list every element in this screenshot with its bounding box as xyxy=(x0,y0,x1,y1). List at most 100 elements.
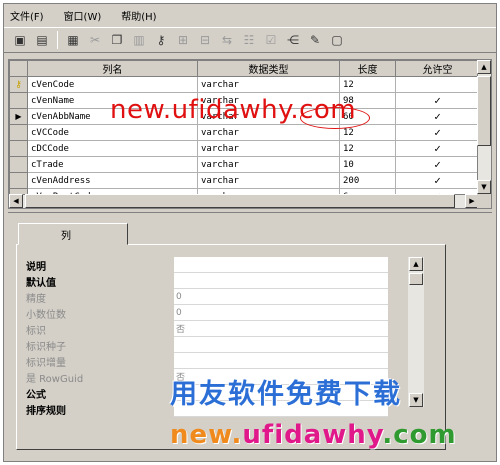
scroll-corner xyxy=(477,194,491,208)
row-selector[interactable] xyxy=(9,124,28,141)
property-value[interactable]: 0 xyxy=(174,305,388,321)
property-label: 小数位数 xyxy=(26,309,66,321)
paste-icon[interactable]: ▥ xyxy=(129,30,149,50)
property-label: 标识 xyxy=(26,325,46,337)
grid-vertical-scrollbar[interactable]: ▲ ▼ xyxy=(477,60,491,194)
scroll-up-arrow-icon[interactable]: ▲ xyxy=(409,257,423,271)
cell-column-name[interactable]: cVCCode xyxy=(27,124,198,141)
cell-nullable[interactable]: ✓ xyxy=(395,140,480,157)
property-value[interactable]: 否 xyxy=(174,321,388,337)
scroll-thumb[interactable] xyxy=(477,76,491,146)
delete-column-icon[interactable]: ⊟ xyxy=(195,30,215,50)
column-grid: 列名 数据类型 长度 允许空 ⚷ cVenCode varchar 12 cVenNam… xyxy=(8,59,492,209)
cell-data-type[interactable]: varchar xyxy=(197,140,340,157)
tree-icon[interactable]: ⋲ xyxy=(283,30,303,50)
table-row[interactable]: cVCCode varchar 12 ✓ xyxy=(9,124,480,141)
property-value[interactable]: 0 xyxy=(174,289,388,305)
watermark-url-part: .com xyxy=(382,420,457,450)
property-row: 标识种子 xyxy=(24,337,404,353)
cell-data-type[interactable]: varchar xyxy=(197,156,340,173)
open-icon[interactable]: ▤ xyxy=(32,30,52,50)
cell-nullable[interactable]: ✓ xyxy=(395,124,480,141)
property-row: 小数位数 0 xyxy=(24,305,404,321)
scroll-thumb[interactable] xyxy=(25,194,455,208)
current-row-arrow-icon: ▶ xyxy=(15,111,22,121)
property-row: 标识增量 xyxy=(24,353,404,369)
table-row[interactable]: cTrade varchar 10 ✓ xyxy=(9,156,480,173)
insert-column-icon[interactable]: ⊞ xyxy=(173,30,193,50)
edit-icon[interactable]: ✎ xyxy=(305,30,325,50)
cell-column-name[interactable]: cTrade xyxy=(27,156,198,173)
cell-nullable[interactable]: ✓ xyxy=(395,108,480,125)
property-row: 默认值 xyxy=(24,273,404,289)
grid-horizontal-scrollbar[interactable]: ◀ ▶ xyxy=(9,194,479,208)
header-column-name[interactable]: 列名 xyxy=(27,60,198,77)
toolbar-separator xyxy=(57,31,58,49)
table-row[interactable]: ⚷ cVenCode varchar 12 xyxy=(9,76,480,93)
scroll-down-arrow-icon[interactable]: ▼ xyxy=(477,180,491,194)
cell-length[interactable]: 200 xyxy=(339,172,396,189)
row-selector[interactable] xyxy=(9,156,28,173)
watermark-url-part: ufidawhy xyxy=(242,420,383,450)
property-value[interactable] xyxy=(174,337,388,353)
watermark-url: new.ufidawhy.com xyxy=(170,420,457,450)
toolbar: ▣ ▤ ▦ ✂ ❐ ▥ ⚷ ⊞ ⊟ ⇆ ☷ ☑ ⋲ ✎ ▢ xyxy=(4,27,496,53)
scroll-thumb[interactable] xyxy=(409,273,423,285)
grid-header-row: 列名 数据类型 长度 允许空 xyxy=(9,60,480,77)
property-value[interactable] xyxy=(174,257,388,273)
menu-window[interactable]: 窗口(W) xyxy=(64,8,102,23)
scroll-left-arrow-icon[interactable]: ◀ xyxy=(9,194,23,208)
cut-icon[interactable]: ✂ xyxy=(85,30,105,50)
properties-icon[interactable]: ▦ xyxy=(63,30,83,50)
property-label: 说明 xyxy=(26,261,46,273)
view-icon[interactable]: ▢ xyxy=(327,30,347,50)
scroll-up-arrow-icon[interactable]: ▲ xyxy=(477,60,491,74)
row-selector[interactable] xyxy=(9,140,28,157)
index-icon[interactable]: ☷ xyxy=(239,30,259,50)
save-icon[interactable]: ▣ xyxy=(10,30,30,50)
cell-nullable[interactable] xyxy=(395,76,480,93)
cell-column-name[interactable]: cVenCode xyxy=(27,76,198,93)
cell-nullable[interactable]: ✓ xyxy=(395,172,480,189)
cell-nullable[interactable]: ✓ xyxy=(395,92,480,109)
cell-length[interactable]: 12 xyxy=(339,140,396,157)
table-row[interactable]: cVenAddress varchar 200 ✓ xyxy=(9,172,480,189)
row-selector[interactable]: ▶ xyxy=(9,108,28,125)
property-label: 默认值 xyxy=(26,277,56,289)
cell-nullable[interactable]: ✓ xyxy=(395,156,480,173)
row-selector[interactable] xyxy=(9,172,28,189)
property-label: 标识增量 xyxy=(26,357,66,369)
check-icon[interactable]: ☑ xyxy=(261,30,281,50)
scroll-down-arrow-icon[interactable]: ▼ xyxy=(409,393,423,407)
header-length[interactable]: 长度 xyxy=(339,60,396,77)
property-label: 公式 xyxy=(26,389,46,401)
header-nullable[interactable]: 允许空 xyxy=(395,60,480,77)
cell-column-name[interactable]: cVenAddress xyxy=(27,172,198,189)
cell-length[interactable]: 12 xyxy=(339,76,396,93)
cell-length[interactable]: 10 xyxy=(339,156,396,173)
watermark-url-part: new. xyxy=(170,420,243,450)
menu-help[interactable]: 帮助(H) xyxy=(121,8,156,23)
cell-data-type[interactable]: varchar xyxy=(197,172,340,189)
property-row: 精度 0 xyxy=(24,289,404,305)
table-row[interactable]: cDCCode varchar 12 ✓ xyxy=(9,140,480,157)
property-label: 排序规则 xyxy=(26,405,66,417)
property-scrollbar[interactable]: ▲ ▼ xyxy=(408,257,424,407)
tab-columns[interactable]: 列 xyxy=(18,223,128,245)
cell-data-type[interactable]: varchar xyxy=(197,76,340,93)
row-selector-header xyxy=(9,60,28,77)
row-selector[interactable]: ⚷ xyxy=(9,76,28,93)
row-selector[interactable] xyxy=(9,92,28,109)
property-label: 标识种子 xyxy=(26,341,66,353)
cell-column-name[interactable]: cDCCode xyxy=(27,140,198,157)
property-value[interactable] xyxy=(174,353,388,369)
header-data-type[interactable]: 数据类型 xyxy=(197,60,340,77)
relationship-icon[interactable]: ⇆ xyxy=(217,30,237,50)
column-table: 列名 数据类型 长度 允许空 ⚷ cVenCode varchar 12 cVenNam… xyxy=(9,60,480,205)
property-label: 是 RowGuid xyxy=(26,373,84,385)
watermark-ellipse xyxy=(300,107,370,129)
copy-icon[interactable]: ❐ xyxy=(107,30,127,50)
property-value[interactable] xyxy=(174,273,388,289)
menu-file[interactable]: 文件(F) xyxy=(10,8,44,23)
key-icon[interactable]: ⚷ xyxy=(151,30,171,50)
